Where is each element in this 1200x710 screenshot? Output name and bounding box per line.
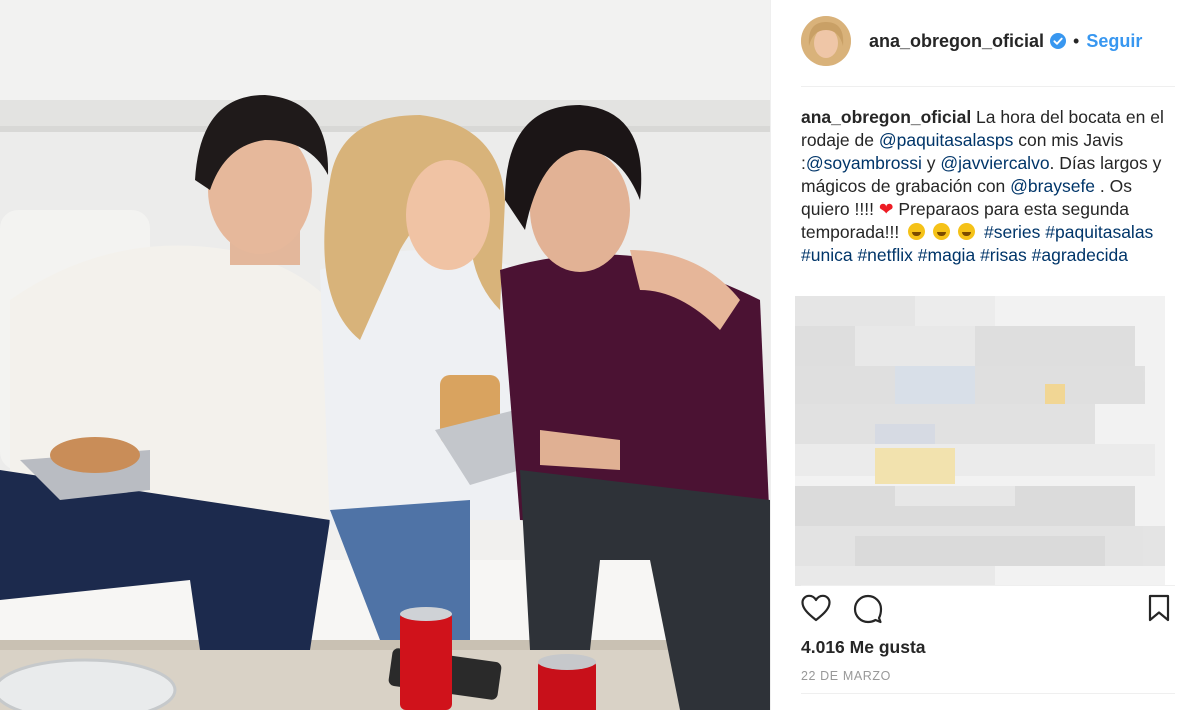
footer-divider xyxy=(801,693,1175,694)
follow-button[interactable]: Seguir xyxy=(1086,31,1142,52)
mention-javviercalvo[interactable]: @javviercalvo xyxy=(940,153,1049,173)
header-divider xyxy=(801,86,1175,87)
photo-illustration xyxy=(0,0,770,710)
header-username[interactable]: ana_obregon_oficial xyxy=(869,31,1044,52)
laughing-emoji-icon xyxy=(958,223,976,240)
blurred-comments xyxy=(795,296,1165,586)
laughing-emoji-icon xyxy=(908,223,926,240)
post-sidebar: ana_obregon_oficial • Seguir ana_obregon… xyxy=(770,0,1200,710)
hashtag-magia[interactable]: #magia xyxy=(918,245,975,265)
caption-username[interactable]: ana_obregon_oficial xyxy=(801,107,971,127)
hashtag-series[interactable]: #series xyxy=(984,222,1040,242)
post-photo[interactable] xyxy=(0,0,770,710)
like-heart-icon[interactable] xyxy=(801,594,831,622)
pixelated-comments-image xyxy=(795,296,1165,586)
avatar-image xyxy=(801,16,851,66)
like-count[interactable]: 4.016 Me gusta xyxy=(801,637,926,658)
verified-icon xyxy=(1050,33,1067,49)
mention-soyambrossi[interactable]: @soyambrossi xyxy=(806,153,922,173)
mention-paquitasalasps[interactable]: @paquitasalasps xyxy=(879,130,1014,150)
laughing-emoji-icon xyxy=(933,223,951,240)
separator-dot: • xyxy=(1073,30,1080,51)
mention-braysefe[interactable]: @braysefe xyxy=(1010,176,1095,196)
avatar[interactable] xyxy=(801,16,851,66)
comments-divider xyxy=(801,585,1175,586)
red-heart-emoji-icon: ❤ xyxy=(878,199,894,219)
hashtag-risas[interactable]: #risas xyxy=(980,245,1027,265)
post-actions xyxy=(801,590,1173,630)
bookmark-icon[interactable] xyxy=(1147,594,1171,622)
comment-icon[interactable] xyxy=(853,594,883,624)
hashtag-netflix[interactable]: #netflix xyxy=(857,245,912,265)
post-caption: ana_obregon_oficial La hora del bocata e… xyxy=(801,106,1181,267)
hashtag-paquitasalas[interactable]: #paquitasalas xyxy=(1045,222,1153,242)
hashtag-agradecida[interactable]: #agradecida xyxy=(1032,245,1128,265)
post-header: ana_obregon_oficial • Seguir xyxy=(801,14,1181,68)
post-date[interactable]: 22 DE MARZO xyxy=(801,669,891,683)
caption-text-3: y xyxy=(921,153,941,173)
hashtag-unica[interactable]: #unica xyxy=(801,245,853,265)
